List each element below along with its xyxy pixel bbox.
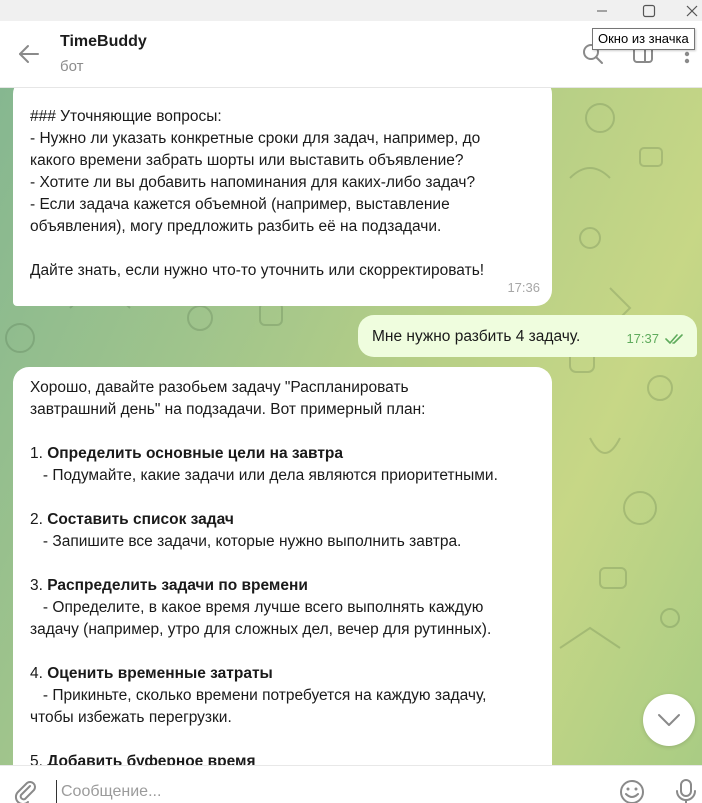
chat-area[interactable]: ### Уточняющие вопросы: - Нужно ли указа… [0, 88, 702, 765]
message-text: Мне нужно разбить 4 задачу. [372, 328, 581, 345]
step-heading: 4. Оценить временные затраты [30, 663, 536, 685]
step-number: 4. [30, 665, 48, 682]
message-line: - Хотите ли вы добавить напоминания для … [30, 174, 476, 191]
tooltip: Окно из значка [592, 28, 695, 50]
double-check-icon [665, 334, 683, 344]
step-title: Распределить задачи по времени [47, 577, 308, 594]
step-description: - Прикиньте, сколько времени потребуется… [30, 687, 487, 704]
microphone-icon[interactable] [674, 778, 698, 803]
message-line: завтрашний день" на подзадачи. Вот приме… [30, 401, 426, 418]
paperclip-icon[interactable] [12, 778, 38, 803]
step-description: - Запишите все задачи, которые нужно вып… [30, 533, 462, 550]
minimize-icon [597, 10, 607, 11]
step-number: 1. [30, 445, 48, 462]
step-number: 3. [30, 577, 48, 594]
chat-subtitle: бот [60, 58, 84, 75]
emoji-icon[interactable] [618, 778, 646, 803]
step-heading: 3. Распределить задачи по времени [30, 575, 536, 597]
close-button[interactable] [672, 0, 702, 21]
close-icon [686, 5, 698, 16]
message-input[interactable] [56, 780, 596, 803]
chevron-down-icon [658, 714, 680, 726]
arrow-left-icon [19, 45, 39, 63]
step-number: 5. [30, 753, 48, 765]
minimize-button[interactable] [582, 0, 622, 21]
message-line: какого времени забрать шорты или выстави… [30, 152, 464, 169]
scroll-down-button[interactable] [643, 694, 695, 746]
step-heading: 5. Добавить буферное время [30, 751, 536, 765]
window-titlebar [0, 0, 702, 21]
step-title: Добавить буферное время [47, 753, 256, 765]
step-description: - Подумайте, какие задачи или дела являю… [30, 467, 498, 484]
message-bubble-incoming[interactable]: Хорошо, давайте разобьем задачу "Расплан… [13, 367, 552, 765]
message-line: - Если задача кажется объемной (например… [30, 196, 450, 213]
step-description: - Определите, в какое время лучше всего … [30, 599, 484, 616]
message-meta: 17:37 [626, 328, 685, 350]
message-bubble-incoming[interactable]: ### Уточняющие вопросы: - Нужно ли указа… [13, 88, 552, 306]
step-title: Определить основные цели на завтра [47, 445, 344, 462]
message-line: Дайте знать, если нужно что-то уточнить … [30, 262, 485, 279]
step-heading: 2. Составить список задач [30, 509, 536, 531]
step-heading: 1. Определить основные цели на завтра [30, 443, 536, 465]
chat-title[interactable]: TimeBuddy [60, 33, 147, 51]
back-button[interactable] [14, 41, 44, 67]
step-description: чтобы избежать перегрузки. [30, 709, 232, 726]
message-line: ### Уточняющие вопросы: [30, 108, 222, 125]
message-line: - Нужно ли указать конкретные сроки для … [30, 130, 481, 147]
message-line: Хорошо, давайте разобьем задачу "Расплан… [30, 379, 409, 396]
maximize-button[interactable] [629, 0, 669, 21]
message-line: объявления), могу предложить разбить её … [30, 218, 442, 235]
message-time: 17:37 [626, 331, 659, 346]
step-title: Оценить временные затраты [47, 665, 273, 682]
message-bubble-outgoing[interactable]: Мне нужно разбить 4 задачу. 17:37 [358, 315, 697, 357]
maximize-icon [642, 4, 656, 17]
message-composer [0, 765, 702, 803]
step-title: Составить список задач [47, 511, 234, 528]
message-time: 17:36 [507, 280, 540, 295]
step-number: 2. [30, 511, 48, 528]
step-description: задачу (например, утро для сложных дел, … [30, 621, 492, 638]
